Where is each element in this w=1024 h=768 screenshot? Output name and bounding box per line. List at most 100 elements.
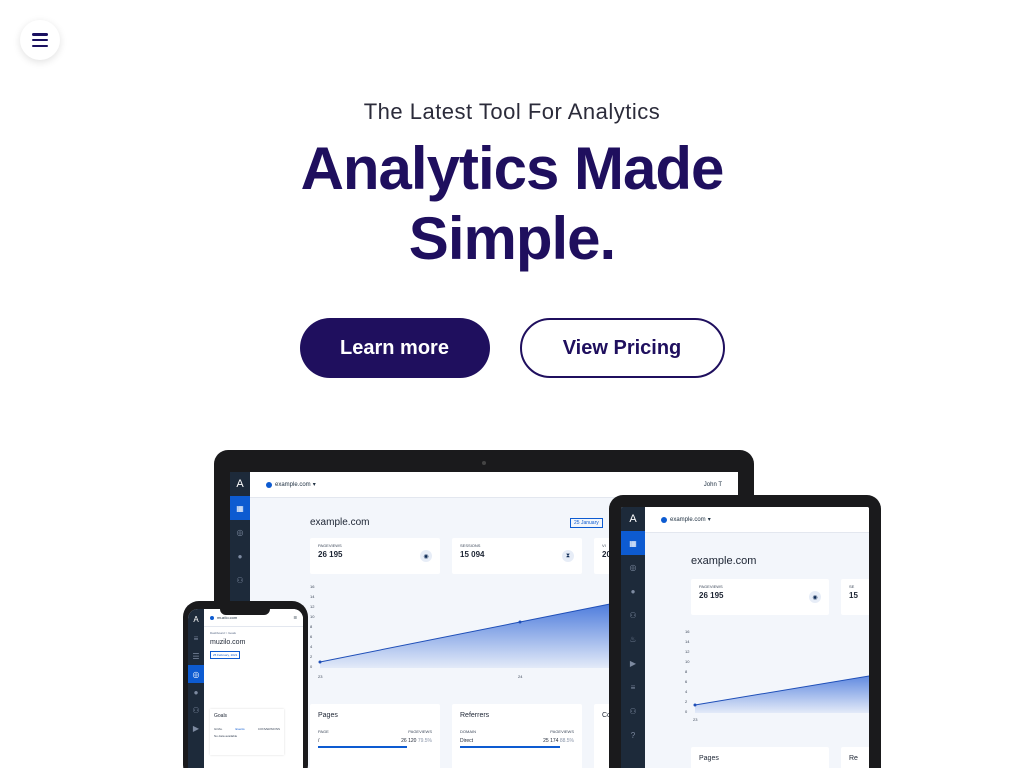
pageviews-chart: 16 14 12 10 8 6 4 2 0 23: [685, 629, 869, 722]
stat-value: 15: [849, 591, 858, 600]
row-bar: [318, 746, 407, 748]
row-pct: 79.5%: [417, 738, 432, 744]
col-header: DOMAIN: [460, 729, 476, 734]
clock-icon[interactable]: ●: [230, 544, 250, 568]
col-header: PAGE: [318, 729, 329, 734]
target-icon[interactable]: ◎: [621, 555, 645, 579]
learn-more-button[interactable]: Learn more: [299, 318, 490, 378]
x-tick: 23: [318, 674, 323, 679]
stat-value: 26 195: [318, 550, 343, 559]
site-selector[interactable]: example.com: [670, 517, 706, 523]
users-icon[interactable]: ⚇: [621, 603, 645, 627]
chart-point[interactable]: [693, 703, 697, 707]
user-name[interactable]: John T: [704, 482, 722, 488]
clock-icon[interactable]: ●: [188, 683, 204, 701]
check-icon: [661, 516, 667, 523]
y-tick: 6: [685, 679, 688, 684]
stat-label: SE: [849, 584, 855, 589]
stat-value: 15 094: [460, 550, 485, 559]
y-tick: 16: [310, 584, 315, 589]
users-icon[interactable]: ⚇: [188, 701, 204, 719]
hamburger-icon[interactable]: ☰: [293, 615, 297, 620]
col-header: GOAL: [214, 727, 223, 731]
list-icon[interactable]: ≡: [188, 629, 204, 647]
tablet-mockup: A ▦ ◎ ● ⚇ ♨ ▶ ≡ ⚇ ? example.com ▾ exampl…: [609, 495, 881, 768]
y-tick: 12: [310, 604, 315, 609]
stat-pageviews: PAGEVIEWS 26 195 ◉: [310, 538, 440, 574]
site-title: muzilo.com: [210, 639, 246, 646]
y-tick: 0: [310, 664, 313, 669]
referrers-panel: Re: [841, 747, 869, 768]
fire-icon[interactable]: ♨: [621, 627, 645, 651]
check-icon: [266, 481, 272, 488]
stat-pageviews: PAGEVIEWS 26 195 ◉: [691, 579, 829, 615]
y-tick: 4: [310, 644, 313, 649]
hero-subtitle: The Latest Tool For Analytics: [363, 99, 661, 124]
col-header[interactable]: Events: [236, 727, 245, 731]
date-picker[interactable]: 25 February, 2021: [210, 651, 241, 659]
clock-icon[interactable]: ●: [621, 579, 645, 603]
col-header: PAGEVIEWS: [408, 729, 432, 734]
users-icon[interactable]: ⚇: [230, 568, 250, 592]
y-tick: 6: [310, 634, 313, 639]
dashboard: example.com ▾ example.com PAGEVIEWS 26 1…: [645, 507, 869, 768]
col-header: PAGEVIEWS: [550, 729, 574, 734]
hero-headline: Analytics Made Simple.: [0, 134, 1024, 274]
stat-sessions: SESSIONS 15 094 ⧗: [452, 538, 582, 574]
site-selector[interactable]: muzilo.com: [217, 615, 237, 620]
pageviews-chart: 16 14 12 10 8 6 4 2 0 23 24: [310, 584, 620, 679]
laptop-camera: [482, 461, 486, 465]
hamburger-icon: [32, 33, 48, 47]
help-icon[interactable]: ?: [621, 723, 645, 747]
video-icon[interactable]: ▶: [621, 651, 645, 675]
menu-button[interactable]: [20, 20, 60, 60]
stat-value: 26 195: [699, 591, 724, 600]
phone-mockup: A ≡ ☰ ◎ ● ⚇ ▶ muzilo.com ☰ Dashboard > G…: [183, 601, 308, 768]
target-icon[interactable]: ◎: [188, 665, 204, 683]
app-logo: A: [629, 513, 637, 525]
y-tick: 0: [685, 709, 688, 714]
user-settings-icon[interactable]: ⚇: [621, 699, 645, 723]
panel-title: Goals: [214, 713, 228, 719]
video-icon[interactable]: ▶: [188, 719, 204, 737]
view-pricing-button[interactable]: View Pricing: [519, 318, 725, 378]
chart-area: [320, 602, 620, 668]
phone-notch: [220, 607, 270, 615]
row-value: 26 120: [401, 738, 417, 744]
grid-icon[interactable]: ▦: [621, 531, 645, 555]
settings-icon[interactable]: ☰: [188, 647, 204, 665]
site-title: example.com: [691, 555, 757, 567]
row-label[interactable]: /: [318, 738, 319, 744]
x-tick: 24: [518, 674, 523, 679]
stat-label: PAGEVIEWS: [318, 543, 342, 548]
hero-section: The Latest Tool For Analytics Analytics …: [0, 98, 1024, 274]
hourglass-icon: ⧗: [562, 550, 574, 562]
pages-panel: Pages: [691, 747, 829, 768]
target-icon[interactable]: ◎: [230, 520, 250, 544]
y-tick: 14: [310, 594, 315, 599]
chart-point[interactable]: [518, 620, 522, 624]
list-icon[interactable]: ≡: [621, 675, 645, 699]
site-selector[interactable]: example.com: [275, 482, 311, 488]
app-logo: A: [193, 614, 199, 624]
row-label[interactable]: Direct: [460, 738, 473, 744]
y-tick: 10: [310, 614, 315, 619]
sidebar: A ≡ ☰ ◎ ● ⚇ ▶: [188, 609, 204, 768]
topbar: example.com ▾: [645, 507, 869, 533]
eye-icon: ◉: [809, 591, 821, 603]
panel-title: Pages: [318, 712, 338, 719]
row-bar: [460, 746, 561, 748]
chart-point[interactable]: [318, 660, 322, 664]
eye-icon: ◉: [420, 550, 432, 562]
y-tick: 8: [310, 624, 313, 629]
date-picker[interactable]: 25 January: [570, 518, 603, 528]
headline-line-2: Simple.: [408, 205, 616, 272]
row-value: 25 174: [543, 738, 559, 744]
referrers-panel: Referrers DOMAIN PAGEVIEWS Direct 25 174 8…: [452, 704, 582, 768]
y-tick: 10: [685, 659, 690, 664]
breadcrumb[interactable]: Dashboard > Goals: [210, 631, 236, 635]
grid-icon[interactable]: ▦: [230, 496, 250, 520]
headline-line-1: Analytics Made: [300, 135, 725, 202]
x-tick: 23: [693, 717, 698, 722]
y-tick: 14: [685, 639, 690, 644]
